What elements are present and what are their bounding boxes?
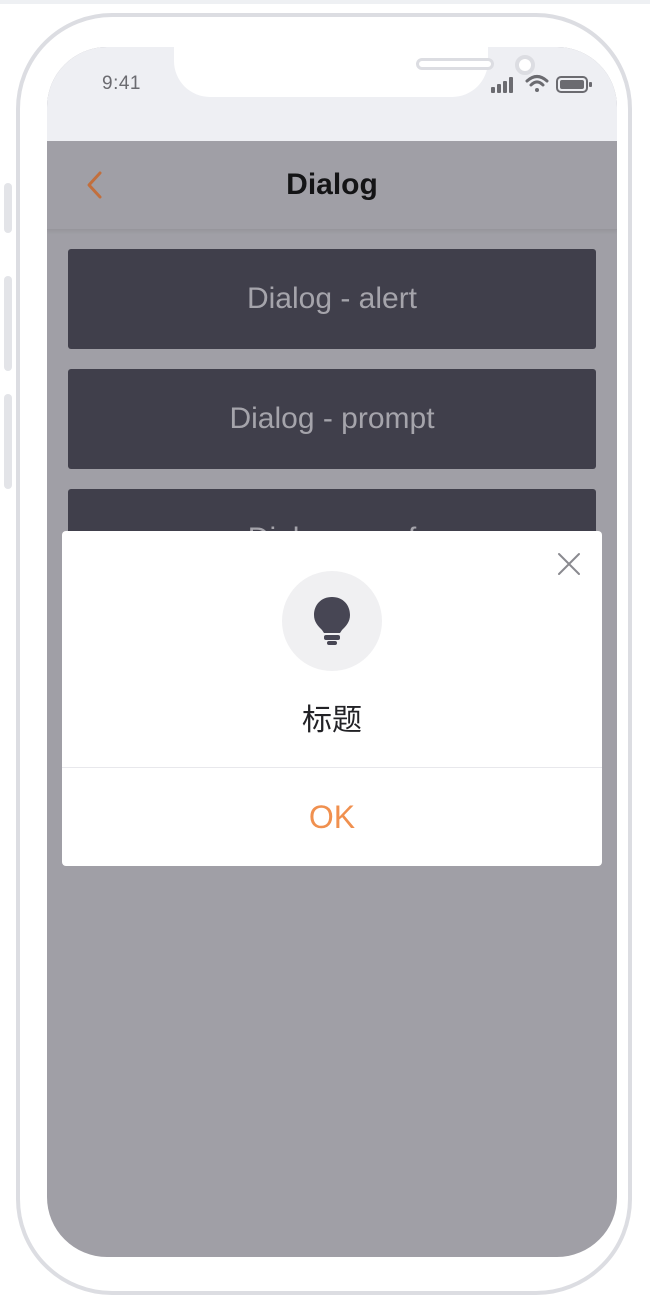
dialog-icon-circle [282,571,382,671]
notch [174,47,535,97]
front-camera [515,55,535,75]
phone-screen: 9:41 Dialog Dialog - alert Dialog - prom… [47,47,617,1257]
volume-up-button [4,276,12,371]
back-button[interactable] [77,165,111,205]
chevron-left-icon [87,171,102,199]
wifi-icon [525,75,549,92]
alert-dialog: 标题 OK [62,531,602,866]
status-time: 9:41 [102,73,141,94]
navigation-bar: Dialog [47,141,617,230]
dialog-prompt-button[interactable]: Dialog - prompt [68,369,596,469]
status-bar: 9:41 [47,47,617,141]
volume-down-button [4,394,12,489]
speaker-grille [416,58,494,70]
top-rule [0,0,650,4]
dialog-title: 标题 [302,703,362,738]
mute-switch [4,183,12,233]
close-button[interactable] [554,549,584,579]
ok-button[interactable]: OK [62,768,602,866]
dialog-alert-button[interactable]: Dialog - alert [68,249,596,349]
signal-icon [491,77,513,93]
page-title: Dialog [286,168,378,201]
lightbulb-icon [314,597,350,645]
close-icon [558,553,580,575]
status-icons [491,73,601,95]
battery-icon [556,76,592,93]
